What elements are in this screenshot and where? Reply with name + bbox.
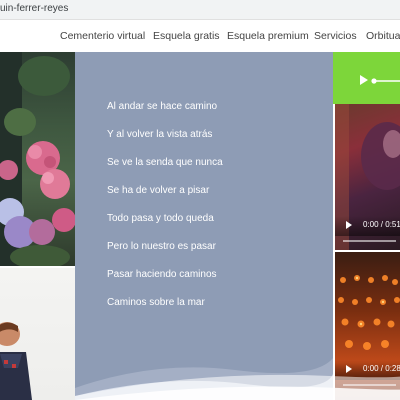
video-2-progress[interactable] — [343, 384, 396, 386]
video-1-progress[interactable] — [343, 240, 396, 242]
wave-decoration — [75, 358, 333, 400]
browser-address-bar[interactable]: uin-ferrer-reyes — [0, 0, 400, 20]
video-2-time: 0:00 / 0:28 — [363, 364, 400, 373]
video-player-1[interactable]: 0:00 / 0:51 — [335, 104, 400, 250]
play-icon[interactable] — [360, 75, 368, 85]
audio-controls — [360, 75, 400, 85]
poem-line: Se ve la senda que nunca — [107, 157, 223, 168]
play-icon[interactable] — [346, 365, 352, 373]
poem-line: Caminos sobre la mar — [107, 297, 205, 308]
nav-servicios[interactable]: Servicios — [314, 30, 357, 42]
nav-orbituario[interactable]: Orbituar — [366, 30, 400, 42]
nav-cementerio-virtual[interactable]: Cementerio virtual — [60, 30, 145, 42]
audio-progress-handle[interactable] — [371, 78, 377, 84]
poem-line: Pasar haciendo caminos — [107, 269, 217, 280]
video-1-controls[interactable]: 0:00 / 0:51 — [335, 216, 400, 236]
poem-panel: Al andar se hace camino Y al volver la v… — [75, 52, 333, 400]
audio-player[interactable] — [333, 52, 400, 104]
video-player-2[interactable]: 0:00 / 0:28 — [335, 252, 400, 400]
poem-line: Se ha de volver a pisar — [107, 185, 210, 196]
main-navigation: Cementerio virtual Esquela gratis Esquel… — [0, 20, 400, 52]
play-icon[interactable] — [346, 221, 352, 229]
video-1-time: 0:00 / 0:51 — [363, 220, 400, 229]
poem-line: Todo pasa y todo queda — [107, 213, 214, 224]
video-2-controls[interactable]: 0:00 / 0:28 — [335, 360, 400, 380]
poem-line: Al andar se hace camino — [107, 101, 218, 112]
photo-child — [0, 268, 75, 400]
nav-esquela-gratis[interactable]: Esquela gratis — [153, 30, 220, 42]
poem-line: Y al volver la vista atrás — [107, 129, 213, 140]
nav-esquela-premium[interactable]: Esquela premium — [227, 30, 309, 42]
url-text[interactable]: uin-ferrer-reyes — [0, 3, 68, 14]
child-portrait — [0, 322, 32, 400]
flowers-illustration — [0, 52, 75, 266]
photo-flowers — [0, 52, 75, 266]
poem-line: Pero lo nuestro es pasar — [107, 241, 216, 252]
